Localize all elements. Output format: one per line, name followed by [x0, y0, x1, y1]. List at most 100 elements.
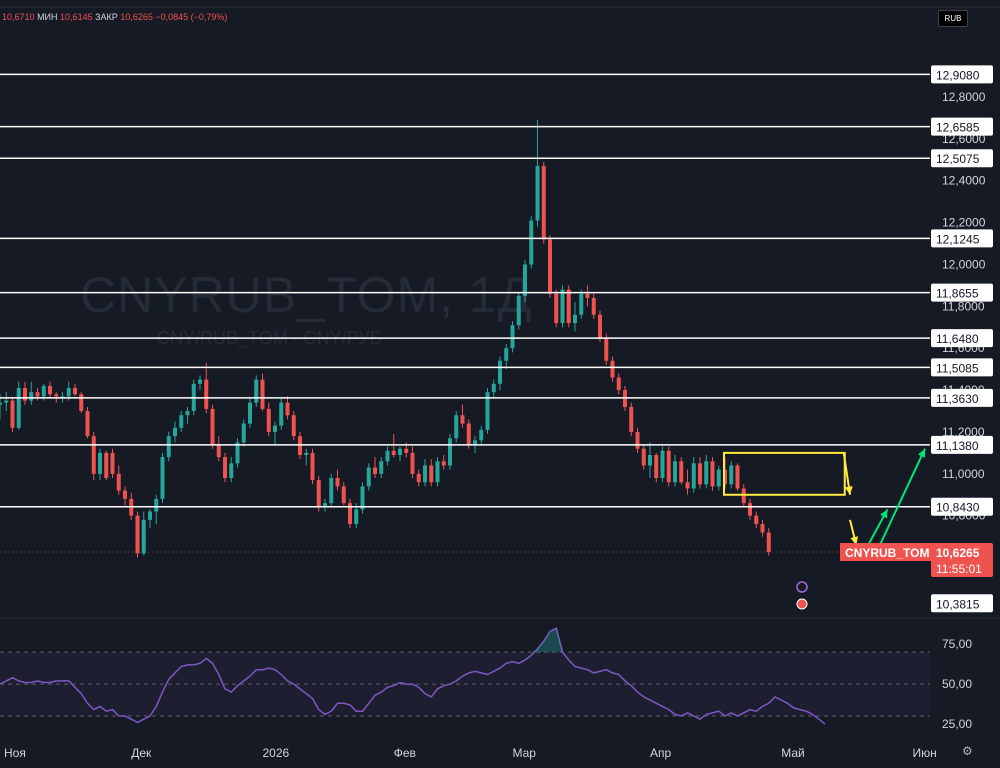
- candle-body: [41, 385, 46, 397]
- candle-body: [210, 408, 215, 445]
- candle-body: [160, 457, 165, 499]
- candle-body: [666, 450, 671, 483]
- x-tick-label: Май: [781, 746, 805, 760]
- candle-body: [710, 461, 715, 487]
- candle-body: [673, 461, 677, 483]
- candle-body: [216, 444, 221, 458]
- price-chart[interactable]: 12,800012,600012,400012,200012,000011,80…: [0, 0, 1000, 768]
- candle-body: [648, 454, 652, 466]
- candle-body: [148, 511, 152, 520]
- candle-body: [441, 461, 446, 466]
- candle-body: [29, 392, 34, 401]
- dividend-icon: [796, 581, 808, 593]
- candle-body: [554, 293, 559, 324]
- candle-body: [35, 392, 40, 397]
- candle-body: [635, 431, 640, 449]
- candle-body: [204, 379, 209, 409]
- x-tick-label: 2026: [263, 746, 290, 760]
- candle-body: [560, 289, 565, 324]
- gear-icon[interactable]: ⚙: [962, 744, 973, 758]
- y-tick-label: 12,8000: [942, 90, 986, 104]
- candle-body: [704, 461, 709, 485]
- candle-body: [273, 425, 277, 432]
- candle-body: [573, 314, 577, 324]
- candle-body: [579, 293, 584, 315]
- candle-body: [166, 436, 171, 458]
- candle-body: [373, 467, 377, 474]
- level-price-label: 11,6480: [936, 332, 979, 346]
- x-tick-label: Апр: [650, 746, 672, 760]
- candle-body: [135, 515, 140, 554]
- event-icon: [796, 598, 808, 610]
- candle-body: [0, 402, 2, 405]
- candle-body: [435, 461, 440, 483]
- candle-body: [154, 498, 159, 512]
- rsi-tick-label: 25,00: [942, 717, 972, 731]
- candle-body: [698, 463, 702, 485]
- candle-body: [404, 448, 409, 453]
- rsi-tick-label: 50,00: [942, 677, 972, 691]
- candle-body: [516, 295, 521, 326]
- candle-body: [491, 383, 496, 393]
- candle-body: [354, 509, 359, 525]
- candle-body: [279, 402, 284, 426]
- candle-body: [241, 423, 246, 443]
- candle-body: [4, 400, 9, 403]
- x-tick-label: Дек: [131, 746, 152, 760]
- level-price-label: 10,8430: [936, 501, 980, 515]
- candle-body: [335, 478, 340, 487]
- chart-area[interactable]: 10,6710 МИН 10,6145 ЗАКР 10,6265 −0,0845…: [0, 0, 1000, 768]
- candle-body: [604, 337, 609, 361]
- candle-body: [391, 450, 396, 455]
- candle-body: [229, 463, 234, 479]
- candle-body: [479, 429, 484, 441]
- candle-body: [185, 411, 190, 416]
- candle-body: [741, 488, 746, 504]
- candle-body: [110, 452, 115, 474]
- rsi-tick-label: 75,00: [942, 637, 972, 651]
- candle-body: [79, 394, 84, 412]
- candle-body: [473, 440, 477, 445]
- candle-body: [591, 297, 596, 315]
- level-price-label: 11,8655: [936, 287, 979, 301]
- candle-body: [679, 461, 684, 483]
- candle-body: [729, 465, 734, 485]
- candle-body: [641, 448, 646, 466]
- candle-body: [754, 515, 759, 525]
- candle-body: [548, 239, 552, 294]
- candle-body: [460, 415, 465, 424]
- candle-body: [616, 377, 621, 391]
- candle-body: [585, 293, 590, 298]
- level-price-label: 12,1245: [936, 232, 980, 246]
- candle-body: [254, 379, 259, 403]
- candle-body: [248, 402, 252, 424]
- candle-body: [198, 379, 202, 384]
- candle-body: [535, 166, 540, 221]
- candle-body: [423, 465, 427, 483]
- candle-body: [91, 436, 96, 474]
- candle-body: [66, 387, 71, 397]
- level-price-label: 12,6585: [936, 121, 980, 135]
- candle-body: [366, 467, 371, 487]
- candle-body: [179, 415, 184, 428]
- candle-body: [16, 387, 21, 428]
- candle-body: [73, 387, 77, 395]
- candle-body: [54, 394, 59, 397]
- x-tick-label: Мар: [513, 746, 537, 760]
- candle-body: [429, 465, 434, 483]
- candle-body: [541, 166, 546, 240]
- candle-body: [510, 325, 515, 349]
- y-tick-label: 12,4000: [942, 174, 986, 188]
- candle-body: [223, 457, 227, 479]
- level-price-label: 11,1380: [936, 439, 979, 453]
- candle-body: [466, 423, 471, 445]
- candle-body: [610, 360, 615, 378]
- candle-body: [566, 289, 571, 324]
- candle-body: [116, 473, 121, 491]
- y-tick-label: 12,2000: [942, 216, 986, 230]
- extra-price-label: 10,3815: [936, 597, 980, 611]
- countdown-label: 11:55:01: [936, 562, 982, 576]
- candle-body: [504, 348, 509, 361]
- candle-body: [416, 473, 421, 483]
- candle-body: [341, 486, 346, 504]
